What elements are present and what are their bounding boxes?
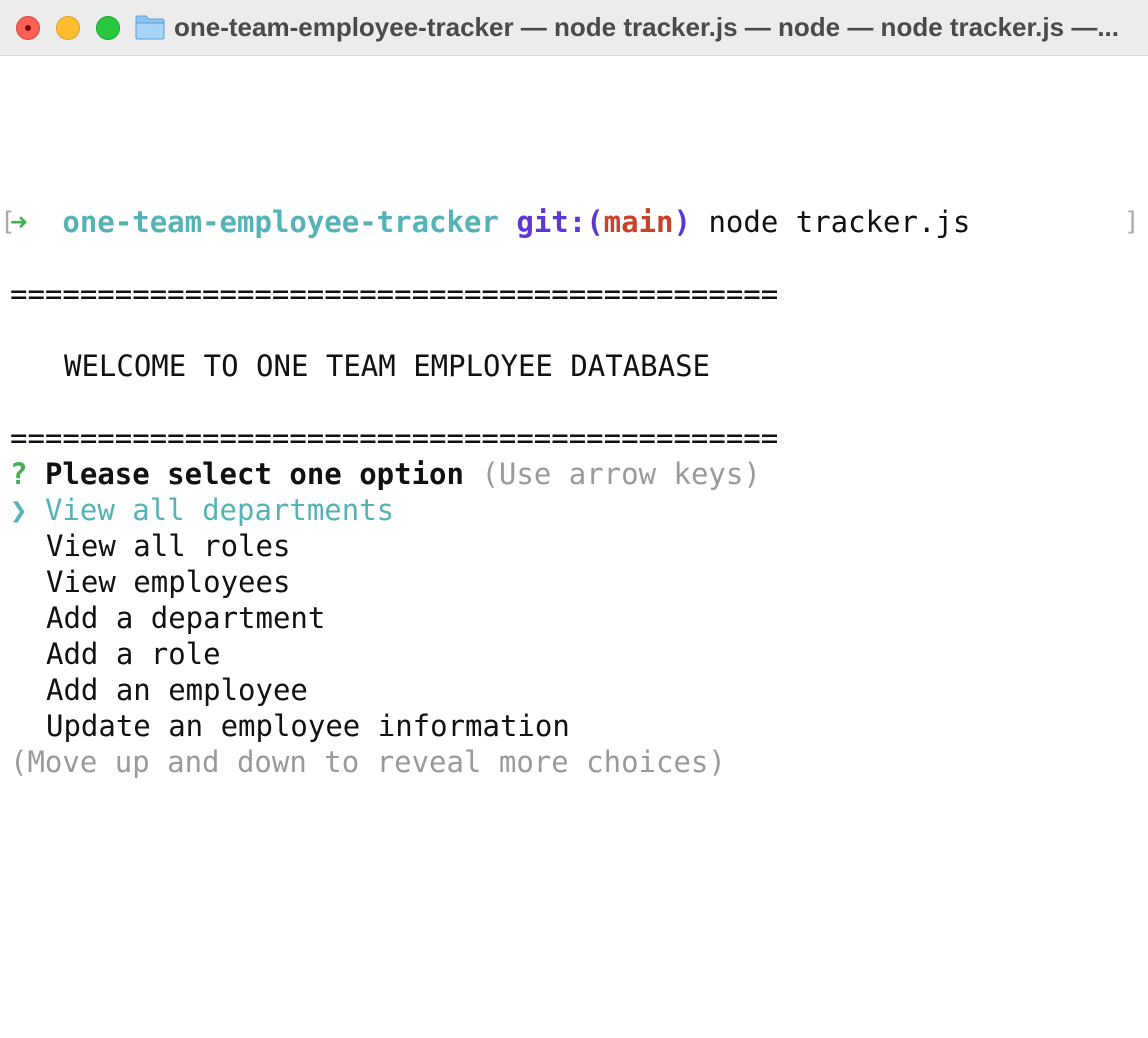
current-directory: one-team-employee-tracker <box>62 205 499 239</box>
minimize-window-button[interactable] <box>56 16 80 40</box>
welcome-banner: WELCOME TO ONE TEAM EMPLOYEE DATABASE <box>64 349 711 383</box>
git-branch: main <box>603 205 674 239</box>
close-window-button[interactable] <box>16 16 40 40</box>
menu-choice-view-employees[interactable]: View employees <box>46 564 290 600</box>
menu-choice-update-employee[interactable]: Update an employee information <box>46 708 570 744</box>
mark-bracket-right: ] <box>1124 207 1140 237</box>
question-text: Please select one option <box>44 457 464 491</box>
git-suffix: ) <box>673 205 691 239</box>
menu-choice-view-all-roles[interactable]: View all roles <box>46 528 290 564</box>
question-mark-icon: ? <box>10 457 28 491</box>
folder-icon <box>135 15 165 40</box>
terminal-content[interactable]: [ ➜ one-team-employee-tracker git:(main)… <box>0 56 1148 1038</box>
banner-rule-top: ========================================… <box>10 277 779 311</box>
pointer-icon: ❯ <box>10 493 28 527</box>
maximize-window-button[interactable] <box>96 16 120 40</box>
git-prefix: git:( <box>516 205 604 239</box>
window-title: one-team-employee-tracker — node tracker… <box>174 12 1119 42</box>
prompt-arrow-icon: ➜ <box>10 205 28 239</box>
menu-question: ? Please select one option (Use arrow ke… <box>10 456 761 492</box>
menu-choice-add-role[interactable]: Add a role <box>46 636 221 672</box>
menu-choice-view-all-departments[interactable]: ❯ View all departments <box>10 492 394 528</box>
terminal-window: one-team-employee-tracker — node tracker… <box>0 0 1148 1038</box>
shell-command: node tracker.js <box>708 205 971 239</box>
title-bar[interactable]: one-team-employee-tracker — node tracker… <box>0 0 1148 56</box>
question-hint: (Use arrow keys) <box>481 457 761 491</box>
banner-rule-bottom: ========================================… <box>10 421 779 455</box>
menu-choice-add-department[interactable]: Add a department <box>46 600 325 636</box>
menu-choice-add-employee[interactable]: Add an employee <box>46 672 308 708</box>
more-choices-hint: (Move up and down to reveal more choices… <box>10 745 726 779</box>
shell-prompt-line: ➜ one-team-employee-tracker git:(main) n… <box>10 204 970 240</box>
